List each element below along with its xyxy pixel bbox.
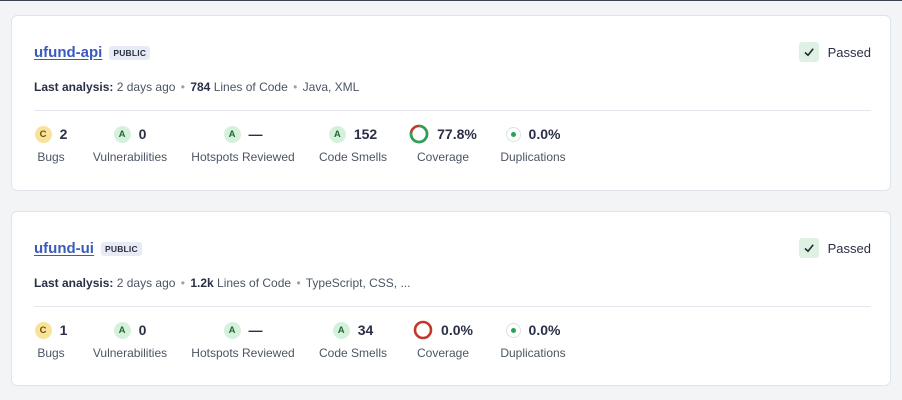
duplication-dot-icon [505,322,521,338]
hotspots-label: Hotspots Reviewed [191,150,295,164]
quality-gate-label: Passed [827,44,871,60]
quality-gate-label: Passed [827,240,871,256]
metric-coverage[interactable]: 0.0% Coverage [408,320,478,360]
separator-dot: • [180,276,185,290]
hotspots-value: — [248,126,263,142]
project-name-link[interactable]: ufund-api [34,44,102,61]
metric-coverage[interactable]: 77.8% Coverage [408,124,478,164]
vulnerabilities-label: Vulnerabilities [92,346,168,360]
code-smells-value: 152 [353,126,378,142]
metric-bugs[interactable]: C 2 Bugs [34,124,68,164]
analysis-label: Last analysis: [34,80,114,94]
metric-hotspots-reviewed[interactable]: A — Hotspots Reviewed [190,124,296,164]
rating-badge: A [223,321,241,339]
metric-vulnerabilities[interactable]: A 0 Vulnerabilities [90,320,170,360]
bugs-label: Bugs [37,150,65,164]
bugs-value: 2 [59,126,68,142]
project-card-ufund-api: ufund-api PUBLIC Passed Last analysis: 2… [11,15,891,191]
coverage-label: Coverage [416,346,470,360]
divider [34,306,871,307]
hotspots-label: Hotspots Reviewed [191,346,295,360]
coverage-value: 77.8% [437,126,477,142]
code-smells-label: Code Smells [318,150,388,164]
analysis-label: Last analysis: [34,276,114,290]
separator-dot: • [296,276,301,290]
rating-badge: A [113,125,131,143]
coverage-label: Coverage [416,150,470,164]
separator-dot: • [180,80,185,94]
loc-value: 784 [190,80,211,94]
languages: TypeScript, CSS, ... [305,276,411,290]
rating-badge: A [328,125,346,143]
bugs-label: Bugs [37,346,65,360]
divider [34,110,871,111]
analysis-meta: Last analysis: 2 days ago • 784 Lines of… [34,80,359,94]
metric-code-smells[interactable]: A 152 Code Smells [318,124,388,164]
hotspots-value: — [248,322,263,338]
duplications-label: Duplications [500,150,566,164]
vulnerabilities-value: 0 [138,126,147,142]
project-card-ufund-ui: ufund-ui PUBLIC Passed Last analysis: 2 … [11,211,891,386]
metric-vulnerabilities[interactable]: A 0 Vulnerabilities [90,124,170,164]
rating-badge: C [34,321,52,339]
check-icon [798,238,819,258]
coverage-ring-icon [413,320,433,340]
rating-badge: C [34,125,52,143]
analysis-meta: Last analysis: 2 days ago • 1.2k Lines o… [34,276,410,290]
metric-duplications[interactable]: 0.0% Duplications [496,320,570,360]
metric-hotspots-reviewed[interactable]: A — Hotspots Reviewed [190,320,296,360]
metric-duplications[interactable]: 0.0% Duplications [496,124,570,164]
duplications-label: Duplications [500,346,566,360]
loc-value: 1.2k [190,276,214,290]
quality-gate-status: Passed [798,42,871,62]
coverage-value: 0.0% [441,322,473,338]
check-icon [798,42,819,62]
bugs-value: 1 [59,322,68,338]
metric-bugs[interactable]: C 1 Bugs [34,320,68,360]
rating-badge: A [332,321,350,339]
code-smells-label: Code Smells [318,346,388,360]
vulnerabilities-value: 0 [138,322,147,338]
quality-gate-status: Passed [798,238,871,258]
analysis-time: 2 days ago [116,276,176,290]
duplication-dot-icon [505,126,521,142]
metric-code-smells[interactable]: A 34 Code Smells [318,320,388,360]
code-smells-value: 34 [357,322,374,338]
visibility-badge: PUBLIC [109,45,151,60]
loc-label: Lines of Code [217,276,292,290]
rating-badge: A [223,125,241,143]
analysis-time: 2 days ago [116,80,176,94]
visibility-badge: PUBLIC [100,241,142,256]
duplications-value: 0.0% [528,322,561,338]
top-border [0,0,902,1]
languages: Java, XML [302,80,360,94]
project-name-link[interactable]: ufund-ui [34,240,94,257]
rating-badge: A [113,321,131,339]
duplications-value: 0.0% [528,126,561,142]
coverage-ring-icon [409,124,429,144]
loc-label: Lines of Code [213,80,288,94]
separator-dot: • [293,80,298,94]
vulnerabilities-label: Vulnerabilities [92,150,168,164]
